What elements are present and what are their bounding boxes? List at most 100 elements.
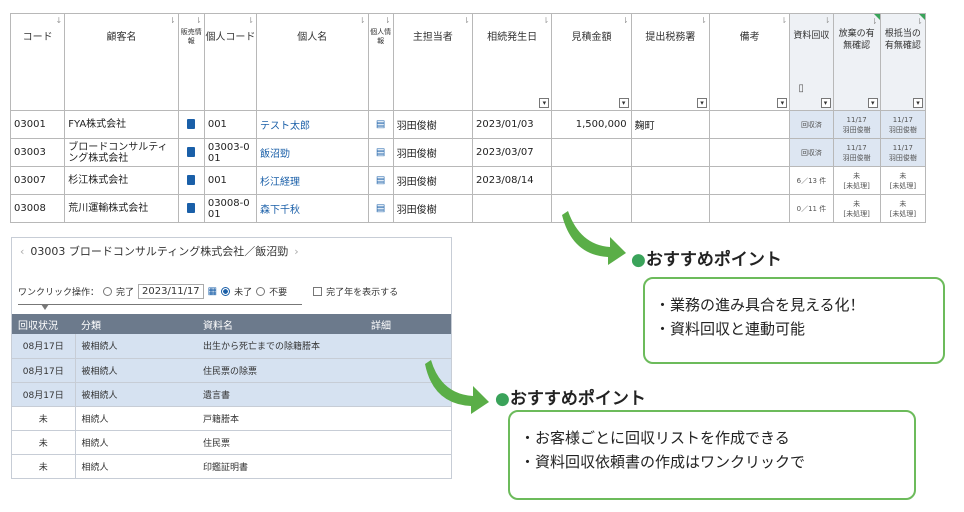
cell-notes — [708, 110, 791, 139]
cell-notes — [708, 166, 791, 195]
cell-person-name[interactable]: 森下千秋 — [256, 194, 369, 223]
col-tax-office[interactable]: ⇂ 提出税務署 ▾ — [630, 13, 711, 111]
radio-done[interactable] — [103, 287, 113, 296]
col-lien-check[interactable]: ⇂ 根抵当の有無確認 ▾ — [879, 13, 927, 111]
bullet-dot-icon: ● — [631, 250, 646, 270]
col-sales-info[interactable]: ⇂ 販売情報 — [177, 13, 205, 111]
person-card-icon[interactable]: ▤ — [376, 147, 385, 158]
arrow-1 — [562, 211, 626, 265]
status-cell[interactable]: 08月17日 — [12, 382, 76, 407]
cell-sales-info[interactable] — [177, 138, 205, 167]
col-person-name[interactable]: ⇂ 個人名 — [256, 13, 369, 111]
person-card-icon[interactable]: ▤ — [376, 175, 385, 186]
cell-sales-info[interactable] — [177, 166, 205, 195]
status-cell[interactable]: 未 — [12, 406, 76, 431]
filter-icon[interactable]: ▾ — [539, 98, 550, 108]
cell-inherit-date: 2023/03/07 — [471, 138, 553, 167]
cell-waive-check[interactable]: 未 [未処理] — [832, 166, 881, 195]
cell-person-name[interactable]: 杉江経理 — [256, 166, 369, 195]
prev-icon[interactable]: ‹ — [20, 245, 24, 258]
col-estimate[interactable]: ⇂ 見積金額 ▾ — [551, 13, 632, 111]
cell-lien-check[interactable]: 11/17 羽田俊樹 — [879, 110, 927, 139]
document-list: 回収状況 分類 資料名 詳細 08月17日 被相続人 出生から死亡までの除籍謄本 08… — [12, 314, 451, 479]
detail-cell[interactable] — [365, 430, 451, 455]
list-item[interactable]: 08月17日 被相続人 遺言書 — [12, 382, 451, 407]
detail-cell[interactable] — [365, 454, 451, 479]
cell-doc-collect[interactable]: 6／13 件 — [789, 166, 834, 195]
col-notes[interactable]: ⇂ 備考 ▾ — [708, 13, 791, 111]
clipboard-icon: ▯ — [798, 83, 804, 94]
filter-icon[interactable]: ▾ — [618, 98, 629, 108]
table-row[interactable]: 03007 杉江株式会社 001 杉江経理 ▤ 羽田俊樹 2023/08/14 6／13 件未… — [9, 166, 927, 195]
col-waive-check[interactable]: ⇂ 放棄の有無確認 ▾ — [832, 13, 881, 111]
radio-unneeded[interactable] — [256, 287, 266, 296]
col-code[interactable]: ↓ コード — [9, 13, 66, 111]
cell-customer: FYA株式会社 — [64, 110, 179, 139]
status-cell[interactable]: 08月17日 — [12, 358, 76, 383]
date-field[interactable]: 2023/11/17 — [138, 284, 204, 299]
cell-person-info[interactable]: ▤ — [367, 110, 394, 139]
cell-code: 03001 — [9, 110, 66, 139]
cell-person-info[interactable]: ▤ — [367, 166, 394, 195]
list-item[interactable]: 未相続人 戸籍謄本 — [12, 406, 451, 431]
col-category: 分類 — [75, 314, 197, 334]
cell-person-info[interactable]: ▤ — [367, 194, 394, 223]
calendar-icon[interactable]: ▦ — [208, 286, 217, 297]
filter-icon[interactable]: ▾ — [913, 98, 923, 108]
col-customer[interactable]: ⇂ 顧客名 — [64, 13, 179, 111]
list-item[interactable]: 08月17日 被相続人 住民票の除票 — [12, 358, 451, 383]
radio-notdone[interactable] — [221, 287, 231, 296]
show-done-checkbox[interactable] — [313, 287, 323, 296]
status-cell[interactable]: 08月17日 — [12, 334, 76, 359]
col-owner[interactable]: ⇂ 主担当者 — [392, 13, 473, 111]
filter-icon[interactable]: ▾ — [820, 98, 831, 108]
filter-icon[interactable]: ▾ — [867, 98, 878, 108]
oneclick-bar: ワンクリック操作： 完了 2023/11/17 ▦ 未了 不要 完了年を表示する — [12, 284, 451, 299]
status-cell[interactable]: 未 — [12, 430, 76, 455]
cell-inherit-date — [471, 194, 553, 223]
cell-estimate — [551, 138, 632, 167]
doc-name-cell: 住民票 — [197, 430, 365, 455]
person-card-icon[interactable]: ▤ — [376, 119, 385, 130]
callout-2-line: ・資料回収依頼書の作成はワンクリックで — [520, 453, 806, 471]
callout-1-line: ・資料回収と連動可能 — [655, 320, 806, 338]
table-row[interactable]: 03003 ブロードコンサルティング株式会社 03003-0 01 飯沼勁 ▤ 羽田俊樹 20… — [9, 138, 927, 167]
table-row[interactable]: 03008 荒川運輸株式会社 03008-0 01 森下千秋 ▤ 羽田俊樹 0／11 件未 [未… — [9, 194, 927, 223]
col-inherit-date[interactable]: ⇂ 相続発生日 ▾ — [471, 13, 553, 111]
status-cell[interactable]: 未 — [12, 454, 76, 479]
cell-person-info[interactable]: ▤ — [367, 138, 394, 167]
cell-tax-office — [630, 194, 711, 223]
cell-lien-check[interactable]: 未 [未処理] — [879, 166, 927, 195]
detail-cell[interactable] — [365, 334, 451, 359]
filter-icon[interactable]: ▾ — [697, 98, 707, 108]
cell-person-name[interactable]: テスト太郎 — [256, 110, 369, 139]
table-row[interactable]: 03001 FYA株式会社 001 テスト太郎 ▤ 羽田俊樹 2023/01/03 1,500… — [9, 110, 927, 139]
cell-doc-collect[interactable]: 0／11 件 — [789, 194, 834, 223]
cell-lien-check[interactable]: 未 [未処理] — [879, 194, 927, 223]
book-icon[interactable] — [187, 203, 196, 213]
cell-sales-info[interactable] — [177, 194, 205, 223]
next-icon[interactable]: › — [294, 245, 298, 258]
list-item[interactable]: 08月17日 被相続人 出生から死亡までの除籍謄本 — [12, 334, 451, 359]
cell-waive-check[interactable]: 11/17 羽田俊樹 — [832, 138, 881, 167]
cell-lien-check[interactable]: 11/17 羽田俊樹 — [879, 138, 927, 167]
cell-doc-collect[interactable]: 回収済 — [789, 110, 834, 139]
col-person-info[interactable]: ⇂ 個人情報 — [367, 13, 394, 111]
book-icon[interactable] — [187, 147, 196, 157]
list-item[interactable]: 未相続人 住民票 — [12, 430, 451, 455]
cell-doc-collect[interactable]: 回収済 — [789, 138, 834, 167]
cell-sales-info[interactable] — [177, 110, 205, 139]
col-doc-collect[interactable]: ⇂ 資料回収 ▯ ▾ — [789, 13, 834, 111]
list-item[interactable]: 未相続人 印鑑証明書 — [12, 454, 451, 479]
filter-icon[interactable]: ▾ — [777, 98, 788, 108]
cell-estimate: 1,500,000 — [551, 110, 632, 139]
cell-waive-check[interactable]: 未 [未処理] — [832, 194, 881, 223]
bullet-dot-icon: ● — [495, 389, 510, 409]
book-icon[interactable] — [187, 119, 196, 129]
cell-waive-check[interactable]: 11/17 羽田俊樹 — [832, 110, 881, 139]
cell-person-name[interactable]: 飯沼勁 — [256, 138, 369, 167]
cell-code: 03003 — [9, 138, 66, 167]
person-card-icon[interactable]: ▤ — [376, 203, 385, 214]
col-person-code[interactable]: ⇂ 個人コード — [203, 13, 258, 111]
book-icon[interactable] — [187, 175, 196, 185]
